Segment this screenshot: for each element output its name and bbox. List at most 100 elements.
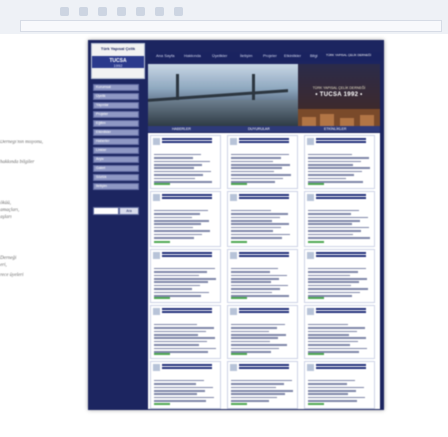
nav-item-home[interactable]: Ana Sayfa [156, 53, 174, 58]
news-text-line [316, 367, 366, 369]
news-card[interactable] [150, 305, 221, 359]
read-more-link[interactable] [231, 353, 247, 355]
sidebar-item-uyelik[interactable]: Üyelik [93, 93, 139, 100]
nav-item-about[interactable]: Hakkında [184, 53, 201, 58]
news-card[interactable] [227, 305, 298, 359]
news-card[interactable] [227, 191, 298, 247]
rooftop [360, 115, 374, 126]
news-card[interactable] [227, 249, 298, 303]
read-more-link[interactable] [154, 241, 170, 243]
read-more-link[interactable] [308, 353, 324, 355]
nav-item-info[interactable]: Bilgi [310, 53, 318, 58]
news-text-line [308, 291, 360, 294]
sidebar-item-egitim[interactable]: Eğitim [93, 120, 139, 127]
sidebar-item-iletisim[interactable]: İletişim [93, 183, 139, 190]
nav-item-events[interactable]: Etkinlikler [284, 53, 301, 58]
address-bar[interactable] [20, 20, 442, 32]
tab-announcements[interactable]: DUYURULAR [248, 127, 270, 131]
news-card[interactable] [150, 191, 221, 247]
news-text-line [162, 364, 212, 366]
news-text-line [231, 174, 291, 176]
news-card[interactable] [304, 249, 375, 303]
read-more-link[interactable] [231, 241, 247, 243]
sidebar-item-sozluk[interactable]: Sözlük [93, 174, 139, 181]
read-more-link[interactable] [308, 403, 324, 405]
read-more-link[interactable] [231, 297, 247, 299]
news-text-line [154, 396, 214, 399]
logo-top-text: Türk Yapısal Çelik [100, 46, 136, 51]
read-more-link[interactable] [154, 353, 170, 355]
sidebar-item-arsiv[interactable]: Arşiv [93, 156, 139, 163]
news-text-line [154, 327, 214, 329]
banner-abbr-line: • TUCSA 1992 • [315, 92, 363, 98]
news-thumbnail [307, 364, 314, 371]
nav-item-membership[interactable]: Üyelikler [212, 53, 227, 58]
read-more-link[interactable] [154, 183, 170, 185]
news-card[interactable] [227, 361, 298, 409]
news-text-line [231, 230, 273, 232]
news-thumbnail [307, 252, 314, 259]
stop-icon[interactable] [117, 7, 126, 16]
news-text-line [231, 226, 281, 229]
sidebar-search-input[interactable] [93, 207, 119, 215]
read-more-link[interactable] [154, 403, 170, 405]
tucsa-logo[interactable]: Türk Yapısal Çelik TUCSA 1992 [91, 43, 145, 79]
news-thumbnail [307, 138, 314, 145]
forward-icon[interactable] [79, 7, 88, 16]
read-more-link[interactable] [231, 183, 247, 185]
sidebar-search-button[interactable]: Ara [119, 207, 139, 215]
news-card[interactable] [150, 135, 221, 189]
header-banner: TÜRK YAPISAL ÇELİK DERNEĞİ • TUCSA 1992 … [148, 64, 380, 126]
news-text-line [162, 367, 212, 369]
read-more-link[interactable] [154, 297, 170, 299]
sidebar-item-linkler[interactable]: Linkler [93, 147, 139, 154]
sidebar-item-haberler[interactable]: Haberler [93, 138, 139, 145]
tab-events[interactable]: ETKİNLİKLER [324, 127, 346, 131]
news-thumbnail [153, 364, 160, 371]
news-text-line [231, 340, 270, 343]
news-card[interactable] [304, 135, 375, 189]
news-text-line [231, 327, 277, 329]
news-card[interactable] [304, 305, 375, 359]
news-card[interactable] [304, 191, 375, 247]
news-card[interactable] [150, 361, 221, 409]
news-text-line [162, 255, 212, 257]
news-text-line [316, 364, 366, 366]
news-text-line [154, 167, 194, 169]
news-text-line [154, 330, 206, 333]
read-more-link[interactable] [308, 241, 324, 243]
read-more-link[interactable] [308, 183, 324, 185]
news-text-line [154, 386, 213, 389]
news-text-line [308, 344, 350, 346]
tab-news[interactable]: HABERLER [172, 127, 191, 131]
news-card[interactable] [227, 135, 298, 189]
sidebar-item-yayinlar[interactable]: Yayınlar [93, 102, 139, 109]
news-text-line [154, 344, 199, 346]
reload-icon[interactable] [98, 7, 107, 16]
news-text-line [231, 344, 287, 346]
sidebar-item-etkinlikler[interactable]: Etkinlikler [93, 129, 139, 136]
read-more-link[interactable] [231, 403, 247, 405]
news-text-line [308, 330, 357, 333]
banner-org-line: TÜRK YAPISAL ÇELİK DERNEĞİ [312, 86, 366, 90]
read-more-link[interactable] [308, 297, 324, 299]
sidebar-menu: Kurumsal Üyelik Yayınlar Projeler Eğitim… [91, 80, 143, 410]
sidebar-item-kurumsal[interactable]: Kurumsal [93, 84, 139, 91]
news-text-line [239, 311, 289, 313]
left-text-line: eri, [0, 263, 7, 268]
sidebar-item-galeri[interactable]: Galeri [93, 165, 139, 172]
news-text-line [154, 288, 192, 290]
left-text-line: hakkında bilgiler [0, 160, 35, 165]
nav-item-projects[interactable]: Projeler [263, 53, 277, 58]
left-text-line: öküü, [0, 201, 11, 206]
sidebar-item-projeler[interactable]: Projeler [93, 111, 139, 118]
print-icon[interactable] [174, 7, 183, 16]
bookmark-icon[interactable] [155, 7, 164, 16]
news-text-line [316, 197, 366, 199]
nav-item-contact[interactable]: İletişim [240, 53, 252, 58]
home-icon[interactable] [136, 7, 145, 16]
news-card[interactable] [304, 361, 375, 409]
news-card[interactable] [150, 249, 221, 303]
back-icon[interactable] [60, 7, 69, 16]
news-text-line [231, 337, 278, 339]
